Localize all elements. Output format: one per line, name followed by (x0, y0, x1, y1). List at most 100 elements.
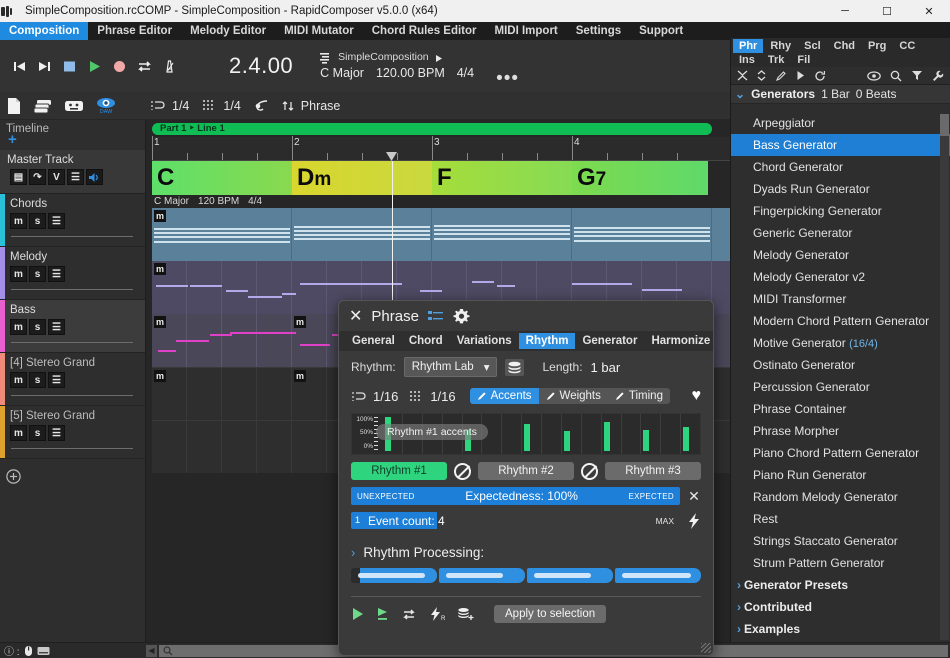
menu-tab-midi-mutator[interactable]: MIDI Mutator (275, 22, 363, 40)
track-menu-button[interactable]: ☰ (48, 425, 65, 441)
tab-generator[interactable]: Generator (575, 333, 644, 349)
track-solo-button[interactable]: s (29, 372, 46, 388)
gear-icon[interactable] (453, 308, 470, 325)
loop-toggle-icon[interactable] (133, 54, 155, 78)
generator-item-chord-generator[interactable]: Chord Generator (731, 156, 950, 178)
track-melody[interactable]: Melody m s ☰ (0, 247, 145, 300)
menu-tab-phrase-editor[interactable]: Phrase Editor (88, 22, 181, 40)
generator-item-strum-pattern-generator[interactable]: Strum Pattern Generator (731, 552, 950, 574)
stop-button-icon[interactable] (58, 54, 80, 78)
browser-scrollbar[interactable] (940, 114, 949, 640)
visibility-eye-icon[interactable] (867, 71, 881, 81)
browser-tab-chd[interactable]: Chd (828, 39, 861, 53)
generator-item-random-melody-generator[interactable]: Random Melody Generator (731, 486, 950, 508)
master-piano-icon[interactable]: ▤ (10, 169, 27, 185)
browser-tab-prg[interactable]: Prg (862, 39, 892, 53)
track-volume-fader[interactable] (11, 289, 133, 290)
track-mute-button[interactable]: m (10, 372, 27, 388)
chevron-right-icon[interactable]: › (351, 545, 355, 560)
browser-tab-scl[interactable]: Scl (798, 39, 827, 53)
chord-cell[interactable]: Dm (292, 161, 432, 195)
generator-item-generic-generator[interactable]: Generic Generator (731, 222, 950, 244)
refresh-icon[interactable] (814, 70, 826, 82)
lane-mute-badge[interactable]: m (294, 370, 306, 382)
go-to-start-icon[interactable] (8, 54, 30, 78)
phrase-shape-icon[interactable] (254, 99, 270, 113)
part-label-bar[interactable]: Part 1 ‣ Line 1 (152, 123, 712, 135)
tab-rhythm[interactable]: Rhythm (519, 333, 576, 349)
composition-tempo[interactable]: 120.00 BPM (376, 65, 445, 81)
length-value[interactable]: 1 bar (591, 360, 621, 375)
new-document-icon[interactable] (6, 97, 22, 115)
tab-general[interactable]: General (345, 333, 402, 349)
track-volume-fader[interactable] (11, 342, 133, 343)
track-mute-button[interactable]: m (10, 425, 27, 441)
processing-bar-1[interactable] (351, 568, 437, 583)
play-phrase-icon[interactable] (351, 607, 364, 621)
bar-ruler[interactable]: 1 2 3 4 (152, 137, 730, 161)
close-icon[interactable]: ✕ (349, 306, 362, 326)
master-view-icon[interactable]: V (48, 169, 65, 185)
expectedness-slider[interactable]: UNEXPECTED Expectedness: 100% EXPECTED (351, 487, 680, 505)
daw-sync-icon[interactable]: DAW (95, 97, 117, 115)
lane-mute-badge[interactable]: m (154, 210, 166, 222)
save-to-library-icon[interactable] (457, 607, 474, 622)
generator-item-percussion-generator[interactable]: Percussion Generator (731, 376, 950, 398)
expectedness-clear-icon[interactable]: ✕ (687, 488, 701, 505)
menu-tab-support[interactable]: Support (630, 22, 692, 40)
group-examples[interactable]: ›Examples (731, 618, 950, 640)
generator-item-melody-generator-v2[interactable]: Melody Generator v2 (731, 266, 950, 288)
track-volume-fader[interactable] (11, 448, 133, 449)
master-volume-icon[interactable] (86, 169, 103, 185)
play-from-cursor-icon[interactable] (376, 607, 389, 621)
accent-bar[interactable] (604, 422, 610, 451)
preview-play-icon[interactable] (796, 70, 805, 81)
rhythm-processing-bars[interactable] (351, 568, 701, 583)
accent-bar[interactable] (564, 431, 570, 451)
filter-icon[interactable] (911, 70, 923, 81)
accent-bar[interactable] (524, 424, 530, 451)
zoom-icon[interactable] (159, 646, 173, 656)
track-stereo-grand-4[interactable]: [4] Stereo Grand m s ☰ (0, 353, 145, 406)
processing-bar-3[interactable] (527, 568, 613, 583)
favorite-heart-icon[interactable]: ♥ (692, 387, 702, 405)
info-icon[interactable]: ⓘ : (4, 643, 20, 658)
track-menu-button[interactable]: ☰ (48, 319, 65, 335)
rhythm-2-button[interactable]: Rhythm #2 (478, 462, 574, 480)
generator-item-bass-generator[interactable]: Bass Generator (731, 134, 950, 156)
tab-chord[interactable]: Chord (402, 333, 450, 349)
generator-item-strings-staccato-generator[interactable]: Strings Staccato Generator (731, 530, 950, 552)
browser-tab-trk[interactable]: Trk (762, 53, 791, 67)
lane-mute-badge[interactable]: m (294, 316, 306, 328)
play-button-icon[interactable] (83, 54, 105, 78)
lane-mute-badge[interactable]: m (154, 370, 166, 382)
track-bass[interactable]: Bass m s ☰ (0, 300, 145, 353)
dialog-snap-value[interactable]: 1/16 (373, 389, 398, 404)
generators-section-header[interactable]: ⌄ Generators 1 Bar 0 Beats (731, 85, 950, 104)
loop-phrase-icon[interactable] (401, 607, 417, 621)
browser-tab-ins[interactable]: Ins (733, 53, 761, 67)
randomize-lightning-icon[interactable] (687, 513, 701, 529)
generator-item-rest[interactable]: Rest (731, 508, 950, 530)
mode-weights-button[interactable]: Weights (539, 388, 608, 404)
track-chords[interactable]: Chords m s ☰ (0, 194, 145, 247)
menu-tab-settings[interactable]: Settings (567, 22, 630, 40)
generator-item-fingerpicking-generator[interactable]: Fingerpicking Generator (731, 200, 950, 222)
composition-list-icon[interactable] (319, 52, 332, 64)
event-count-slider[interactable]: 1 Event count: 4 MAX (351, 512, 680, 529)
expand-all-icon[interactable] (757, 70, 766, 81)
composition-next-icon[interactable] (435, 54, 443, 63)
dialog-grid-value[interactable]: 1/16 (430, 389, 455, 404)
mouse-icon[interactable] (24, 645, 33, 657)
generator-item-phrase-container[interactable]: Phrase Container (731, 398, 950, 420)
phrase-mode-label[interactable]: Phrase (301, 99, 341, 113)
scrollbar-thumb[interactable] (940, 114, 949, 136)
scroll-left-arrow[interactable]: ◀ (146, 645, 157, 657)
maximize-button[interactable]: ☐ (866, 0, 908, 22)
rhythm-processing-row[interactable]: › Rhythm Processing: (339, 529, 713, 560)
resize-grip[interactable] (701, 643, 711, 653)
lane-mute-badge[interactable]: m (154, 263, 166, 275)
lane-mute-badge[interactable]: m (154, 316, 166, 328)
record-button-icon[interactable] (108, 54, 130, 78)
track-solo-button[interactable]: s (29, 319, 46, 335)
